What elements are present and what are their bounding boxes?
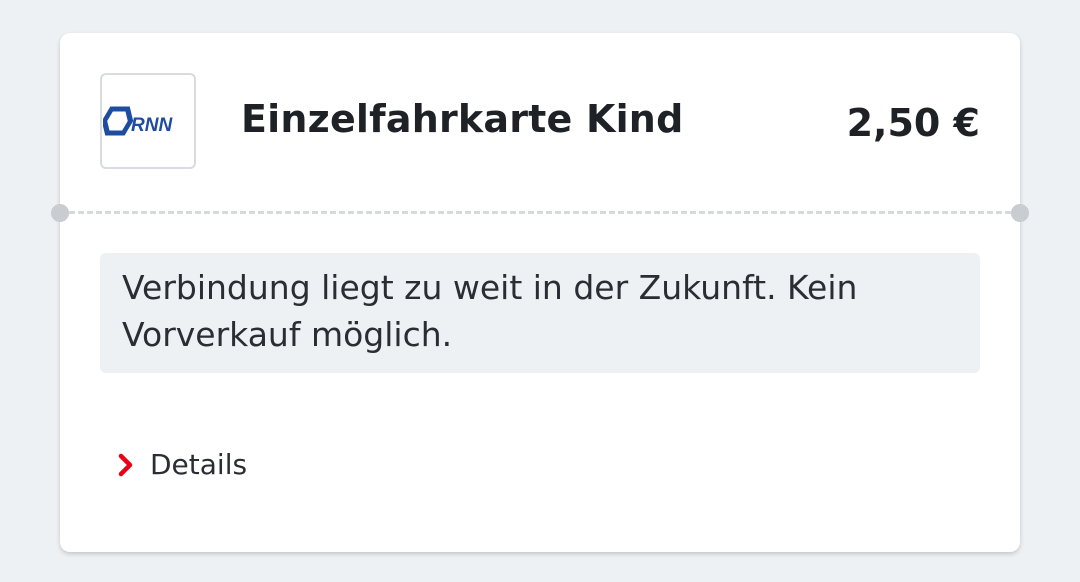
perforation-notch-left [51, 204, 69, 222]
svg-text:RNN: RNN [131, 115, 173, 136]
chevron-right-icon [116, 451, 136, 479]
operator-logo: RNN [100, 73, 196, 169]
perforation-notch-right [1011, 204, 1029, 222]
details-label: Details [150, 448, 248, 481]
ticket-card: RNN Einzelfahrkarte Kind 2,50 € Verbindu… [51, 33, 1029, 552]
rnn-logo-icon: RNN [103, 106, 173, 136]
ticket-title: Einzelfahrkarte Kind [241, 97, 684, 141]
perforation-divider [60, 211, 1020, 214]
ticket-price: 2,50 € [846, 101, 980, 145]
details-toggle[interactable]: Details [116, 445, 247, 485]
presale-notice: Verbindung liegt zu weit in der Zukunft.… [100, 253, 980, 373]
